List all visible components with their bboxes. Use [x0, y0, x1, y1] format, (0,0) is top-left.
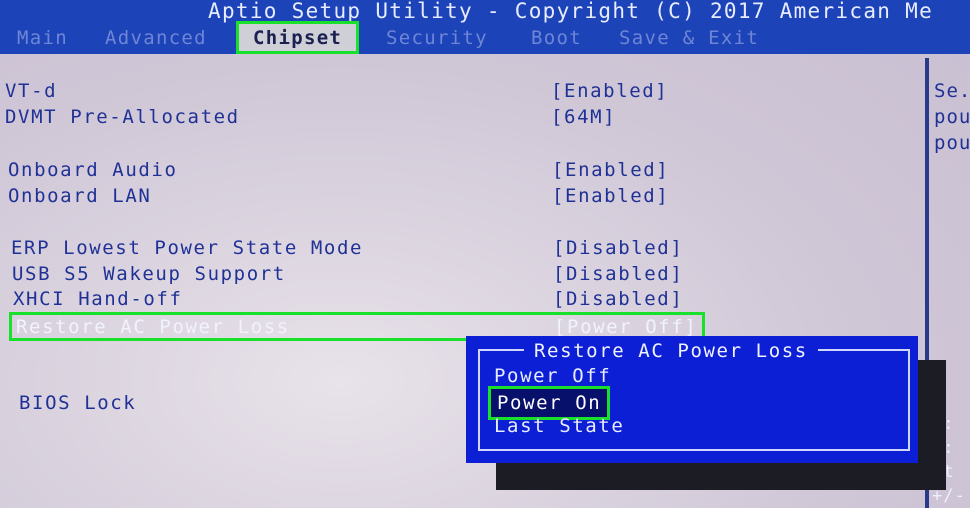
tab-boot[interactable]: Boot [531, 27, 582, 49]
option-last-state[interactable]: Last State [494, 415, 624, 437]
help-text-line: pou [934, 132, 970, 154]
setting-value: [Disabled] [553, 237, 684, 259]
tab-advanced[interactable]: Advanced [105, 27, 207, 49]
setting-row-vt-d[interactable]: VT-d [Enabled] [5, 80, 705, 106]
setting-label: Restore AC Power Loss [16, 316, 290, 338]
setting-value: [Enabled] [551, 80, 669, 102]
help-text-line: Se. [934, 80, 970, 102]
setting-value: [Disabled] [553, 263, 684, 285]
setting-label: Onboard LAN [8, 185, 152, 207]
setting-row-dvmt[interactable]: DVMT Pre-Allocated [64M] [5, 106, 705, 132]
setting-row-onboard-audio[interactable]: Onboard Audio [Enabled] [8, 159, 708, 185]
setting-row-onboard-lan[interactable]: Onboard LAN [Enabled] [8, 185, 708, 211]
setting-value: [Enabled] [552, 185, 670, 207]
setting-row-xhci[interactable]: XHCI Hand-off [Disabled] [13, 288, 713, 314]
setting-label: XHCI Hand-off [13, 288, 183, 310]
setting-value: [Enabled] [552, 159, 670, 181]
app-title: Aptio Setup Utility - Copyright (C) 2017… [208, 0, 934, 23]
popup-title: Restore AC Power Loss [524, 340, 818, 362]
setting-label: DVMT Pre-Allocated [5, 106, 240, 128]
tab-security[interactable]: Security [386, 27, 488, 49]
setting-value: [Disabled] [553, 288, 684, 310]
tab-bar: Main Advanced Chipset Security Boot Save… [0, 21, 970, 54]
setting-label: VT-d [5, 80, 58, 102]
tab-main[interactable]: Main [17, 27, 68, 49]
header-bar: Aptio Setup Utility - Copyright (C) 2017… [0, 0, 970, 54]
setting-value: [Power Off] [554, 316, 698, 338]
setting-row-bios-lock[interactable]: BIOS Lock [19, 392, 319, 418]
setting-label: BIOS Lock [19, 392, 137, 414]
setting-value: [64M] [551, 106, 617, 128]
setting-label: ERP Lowest Power State Mode [11, 237, 364, 259]
setting-label: Onboard Audio [8, 159, 178, 181]
setting-row-usb-s5[interactable]: USB S5 Wakeup Support [Disabled] [12, 263, 712, 289]
setting-row-erp[interactable]: ERP Lowest Power State Mode [Disabled] [11, 237, 711, 263]
help-text-line: pou [934, 106, 970, 128]
tab-chipset[interactable]: Chipset [236, 21, 360, 54]
tab-save-exit[interactable]: Save & Exit [619, 27, 759, 49]
setting-label: USB S5 Wakeup Support [12, 263, 286, 285]
option-power-off[interactable]: Power Off [494, 365, 611, 387]
